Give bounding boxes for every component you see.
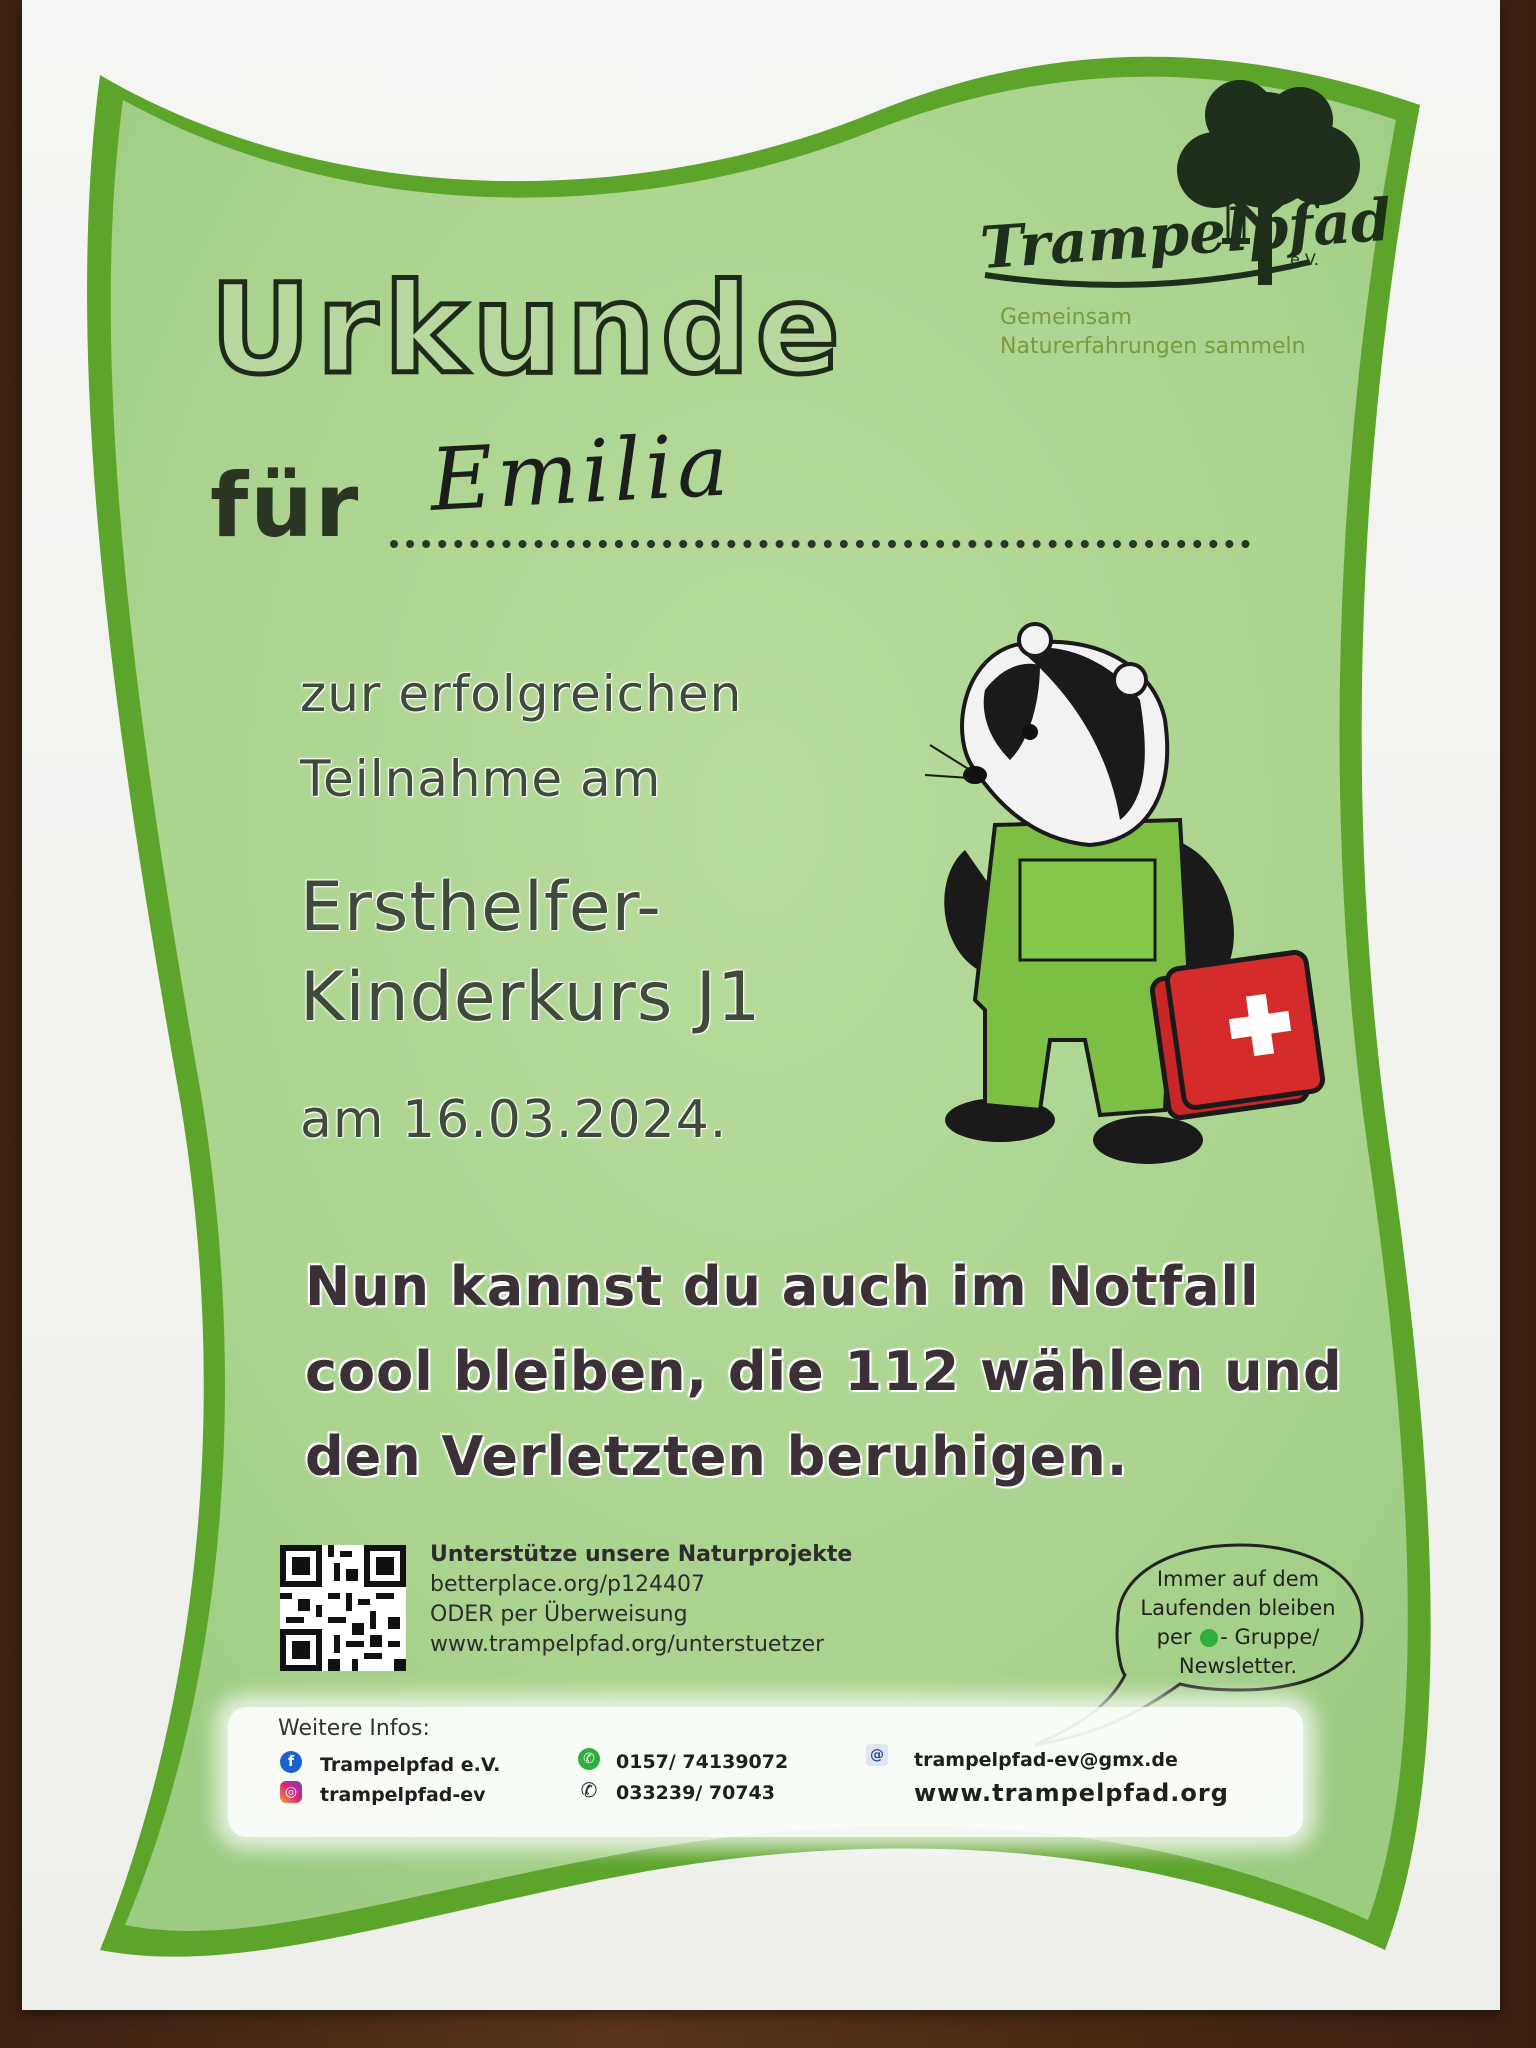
photo-background: Trampelpfad e.V. Gemeinsam Naturerfahrun… — [0, 0, 1536, 2048]
info-heading: Weitere Infos: — [278, 1716, 430, 1741]
message-line-1: Nun kannst du auch im Notfall — [305, 1255, 1260, 1318]
facebook-link[interactable]: Trampelpfad e.V. — [320, 1754, 500, 1776]
intro-line-2: Teilnahme am — [300, 750, 662, 808]
course-date: am 16.03.2024. — [300, 1090, 728, 1150]
course-line-1: Ersthelfer- — [300, 868, 662, 947]
intro-line-1: zur erfolgreichen — [300, 665, 743, 723]
support-website-link[interactable]: www.trampelpfad.org/unterstuetzer — [430, 1630, 852, 1660]
email-address[interactable]: trampelpfad-ev@gmx.de — [914, 1749, 1178, 1771]
qr-code[interactable] — [280, 1545, 406, 1671]
logo-tagline-line2: Naturerfahrungen sammeln — [1000, 334, 1306, 359]
bubble-line-3-pre: per — [1156, 1625, 1192, 1649]
bubble-line-1: Immer auf dem — [1156, 1567, 1320, 1591]
instagram-icon[interactable]: ◎ — [280, 1781, 302, 1803]
phone-number[interactable]: 033239/ 70743 — [616, 1782, 775, 1804]
support-heading: Unterstütze unsere Naturprojekte — [430, 1542, 853, 1567]
message-line-2: cool bleiben, die 112 wählen und — [305, 1340, 1343, 1403]
bubble-line-3: per - Gruppe/ — [1118, 1623, 1358, 1652]
website-link[interactable]: www.trampelpfad.org — [914, 1779, 1229, 1807]
whatsapp-icon[interactable]: ✆ — [578, 1748, 600, 1770]
certificate-title: Urkunde — [208, 258, 846, 402]
bubble-line-2: Laufenden bleiben — [1140, 1596, 1336, 1620]
bubble-line-4: Newsletter. — [1178, 1654, 1298, 1678]
facebook-icon[interactable]: f — [280, 1751, 302, 1773]
whatsapp-icon — [1200, 1629, 1219, 1647]
whatsapp-number[interactable]: 0157/ 74139072 — [616, 1751, 788, 1773]
newsletter-bubble-text: Immer auf dem Laufenden bleiben per - Gr… — [1118, 1565, 1358, 1681]
email-icon[interactable]: @ — [866, 1744, 888, 1766]
instagram-link[interactable]: trampelpfad-ev — [320, 1784, 486, 1806]
support-betterplace-link[interactable]: betterplace.org/p124407 — [430, 1570, 852, 1600]
logo-tagline-line1: Gemeinsam — [1000, 305, 1132, 330]
support-block: Unterstütze unsere Naturprojekte betterp… — [430, 1540, 852, 1660]
support-transfer-text: ODER per Überweisung — [430, 1602, 688, 1627]
bubble-line-3-post: - Gruppe/ — [1220, 1625, 1320, 1649]
recipient-prefix: für — [210, 454, 361, 557]
recipient-name: Emilia — [427, 415, 735, 531]
logo-suffix: e.V. — [1290, 250, 1319, 269]
course-line-2: Kinderkurs J1 — [300, 958, 762, 1037]
message-line-3: den Verletzten beruhigen. — [305, 1425, 1129, 1488]
phone-icon[interactable]: ✆ — [578, 1779, 600, 1801]
